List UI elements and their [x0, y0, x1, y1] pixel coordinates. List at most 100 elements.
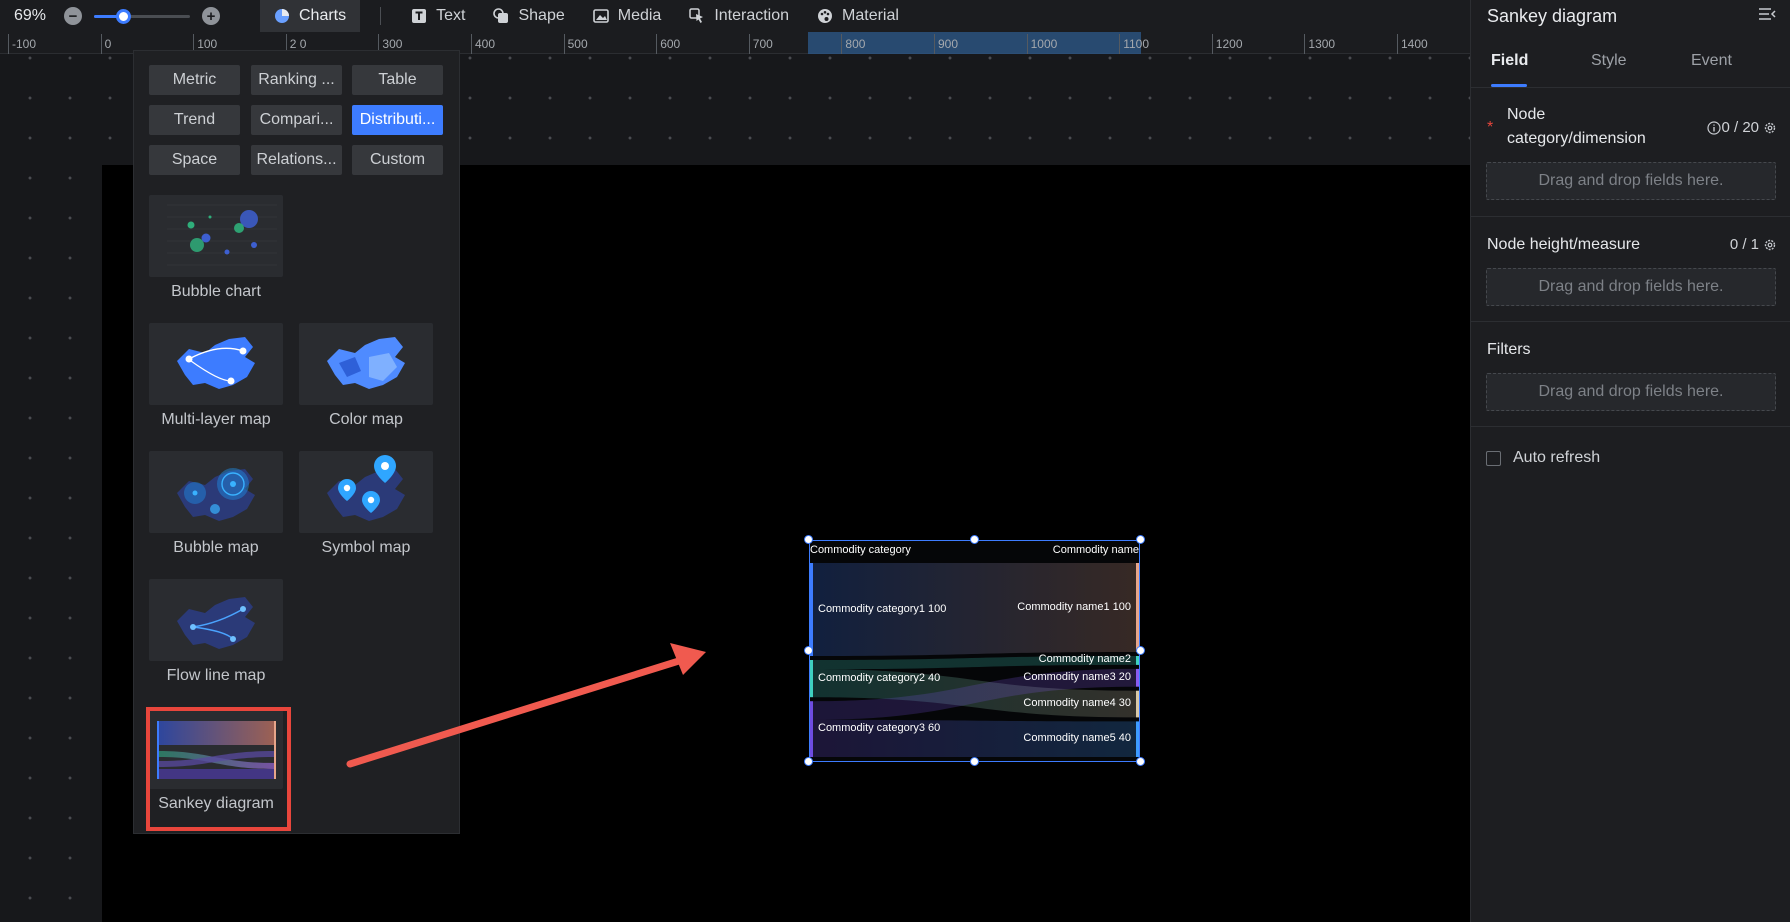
chart-thumb-symbol-map[interactable] — [299, 451, 433, 533]
resize-handle-middle-left[interactable] — [804, 646, 813, 655]
panel-tabs: Field Style Event — [1471, 40, 1790, 88]
zoom-out-button[interactable]: − — [64, 7, 82, 25]
ruler-tick — [1119, 34, 1121, 54]
tool-shape[interactable]: Shape — [479, 0, 578, 32]
chart-label-multi-layer-map[interactable]: Multi-layer map — [149, 411, 283, 429]
sankey-left-header: Commodity category — [810, 544, 911, 556]
tool-material-label: Material — [842, 7, 899, 24]
sankey-left-node — [810, 660, 813, 698]
symbol-map-preview-icon — [327, 455, 405, 521]
node-category-drop-zone[interactable]: Drag and drop fields here. — [1486, 162, 1776, 200]
chart-thumb-bubble-map[interactable] — [149, 451, 283, 533]
chart-thumb-bubble-chart[interactable] — [149, 195, 283, 277]
resize-handle-middle-right[interactable] — [1136, 646, 1145, 655]
category-distribution[interactable]: Distributi... — [352, 105, 443, 135]
bubble-map-preview-icon — [177, 468, 255, 521]
gear-icon[interactable] — [1763, 121, 1777, 135]
sankey-left-node-label: Commodity category3 60 — [818, 722, 941, 735]
ruler-tick — [841, 34, 843, 54]
ruler-tick-label: 1200 — [1215, 37, 1243, 51]
sankey-widget[interactable]: Commodity category Commodity name Commod… — [809, 540, 1140, 762]
node-height-drop-zone[interactable]: Drag and drop fields here. — [1486, 268, 1776, 306]
required-marker: * — [1487, 119, 1494, 136]
chart-label-flow-line-map[interactable]: Flow line map — [149, 667, 283, 685]
top-toolbar: 69% − + Charts Text Shape Media Interact… — [0, 0, 1470, 32]
resize-handle-bottom-right[interactable] — [1136, 757, 1145, 766]
ruler-tick — [8, 34, 9, 54]
ruler-tick-label: 900 — [938, 37, 959, 51]
app-window: 69% − + Charts Text Shape Media Interact… — [0, 0, 1790, 922]
chart-thumb-color-map[interactable] — [299, 323, 433, 405]
sankey-right-node-label: Commodity name2 — [1038, 653, 1131, 666]
resize-handle-top-center[interactable] — [970, 535, 979, 544]
chart-label-color-map[interactable]: Color map — [299, 411, 433, 429]
palette-icon — [818, 9, 833, 23]
category-ranking[interactable]: Ranking ... — [251, 65, 342, 95]
tool-charts[interactable]: Charts — [260, 0, 361, 32]
ruler-tick-label: 1000 — [1030, 37, 1058, 51]
tool-text-label: Text — [436, 7, 466, 24]
sankey-right-node-label: Commodity name3 20 — [1023, 670, 1131, 683]
sankey-right-header: Commodity name — [1052, 544, 1139, 556]
text-icon — [412, 9, 427, 23]
chart-label-bubble-map[interactable]: Bubble map — [149, 539, 283, 557]
ruler-tick-label: 600 — [660, 37, 681, 51]
zoom-slider[interactable] — [94, 8, 190, 24]
pointer-icon — [689, 8, 704, 23]
sankey-right-node — [1136, 563, 1139, 652]
resize-handle-bottom-center[interactable] — [970, 757, 979, 766]
filters-drop-zone[interactable]: Drag and drop fields here. — [1486, 373, 1776, 411]
chart-thumb-multi-layer-map[interactable] — [149, 323, 283, 405]
node-category-label-line2: category/dimension — [1507, 130, 1646, 147]
ruler-tick-label: 1100 — [1123, 37, 1149, 51]
properties-panel: Sankey diagram Field Style Event * Node … — [1470, 0, 1790, 922]
chart-thumb-flow-line-map[interactable] — [149, 579, 283, 661]
sankey-left-node — [810, 563, 813, 656]
resize-handle-top-left[interactable] — [804, 535, 813, 544]
tab-field[interactable]: Field — [1491, 52, 1528, 70]
category-trend[interactable]: Trend — [149, 105, 240, 135]
auto-refresh-label[interactable]: Auto refresh — [1513, 449, 1600, 467]
ruler-tick — [563, 34, 565, 54]
ruler-tick — [471, 34, 472, 54]
chart-label-bubble-chart[interactable]: Bubble chart — [149, 283, 283, 301]
tool-text[interactable]: Text — [397, 0, 479, 32]
pie-chart-icon — [275, 9, 289, 23]
ruler-tick-label: 1400 — [1401, 37, 1428, 51]
ruler-tick-label: 800 — [845, 37, 866, 51]
tab-event[interactable]: Event — [1691, 52, 1732, 70]
shape-icon — [493, 8, 509, 23]
gear-icon[interactable] — [1763, 238, 1777, 252]
tool-media[interactable]: Media — [579, 0, 676, 32]
ruler-tick — [100, 34, 102, 54]
category-table[interactable]: Table — [352, 65, 443, 95]
collapse-menu-icon[interactable] — [1758, 7, 1776, 23]
category-space[interactable]: Space — [149, 145, 240, 175]
resize-handle-bottom-left[interactable] — [804, 757, 813, 766]
resize-handle-top-right[interactable] — [1136, 535, 1145, 544]
sankey-right-node-label: Commodity name5 40 — [1023, 732, 1131, 745]
tab-style[interactable]: Style — [1591, 52, 1627, 70]
sankey-right-node — [1136, 690, 1139, 718]
node-category-label-line1: Node — [1507, 106, 1546, 123]
sankey-left-node — [810, 701, 813, 757]
ruler-tick — [1211, 34, 1213, 54]
category-relations[interactable]: Relations... — [251, 145, 342, 175]
sankey-right-node — [1136, 656, 1139, 665]
ruler-tick-label: 100 — [197, 37, 218, 51]
selected-chart-highlight — [146, 707, 291, 831]
info-icon[interactable] — [1707, 120, 1722, 135]
tool-material[interactable]: Material — [803, 0, 913, 32]
tool-interaction-label: Interaction — [714, 7, 790, 24]
zoom-slider-thumb[interactable] — [115, 9, 131, 24]
zoom-in-button[interactable]: + — [202, 7, 220, 25]
category-custom[interactable]: Custom — [352, 145, 443, 175]
ruler-tick — [1397, 34, 1398, 54]
sankey-right-node — [1136, 668, 1139, 687]
auto-refresh-checkbox[interactable] — [1486, 451, 1501, 466]
tool-interaction[interactable]: Interaction — [675, 0, 803, 32]
category-metric[interactable]: Metric — [149, 65, 240, 95]
node-height-count: 0 / 1 — [1730, 236, 1777, 253]
category-comparison[interactable]: Compari... — [251, 105, 342, 135]
chart-label-symbol-map[interactable]: Symbol map — [299, 539, 433, 557]
